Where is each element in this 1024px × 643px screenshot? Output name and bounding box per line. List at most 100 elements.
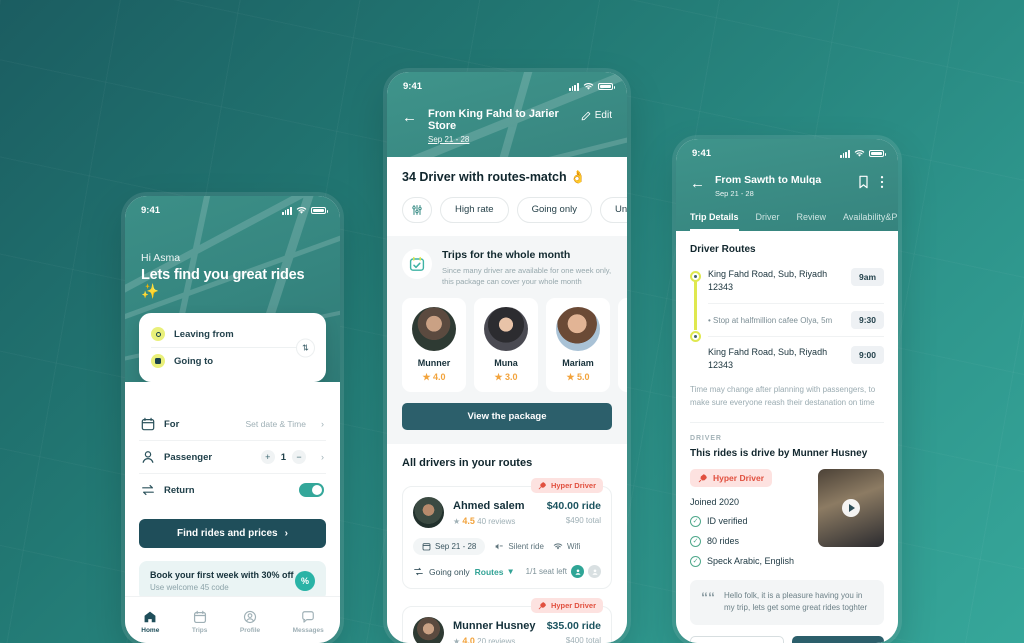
package-promo-section: Trips for the whole month Since many dri…	[387, 236, 627, 444]
driver-card[interactable]: Mariam ★ 5.0	[546, 298, 610, 392]
send-message-button[interactable]: Send message	[792, 635, 884, 643]
route-point-address: King Fahd Road, Sub, Riyadh 12343	[708, 269, 828, 293]
passenger-stepper[interactable]: + 1 −	[260, 450, 306, 464]
filter-chip-high-rate[interactable]: High rate	[440, 197, 509, 223]
hyper-driver-badge: Hyper Driver	[690, 468, 773, 487]
avatar	[556, 307, 600, 351]
driver-card[interactable]: Munner ★ 4.0	[402, 298, 466, 392]
option-row-return[interactable]: Return	[139, 474, 326, 506]
promo-banner[interactable]: Book your first week with 30% off Use we…	[139, 561, 326, 601]
tab-home[interactable]: Home	[141, 610, 159, 634]
decrement-button[interactable]: −	[292, 450, 306, 464]
more-about-driver-button[interactable]: More about Munner	[690, 635, 784, 643]
driver-rating: ★ 4.0	[422, 372, 446, 382]
avatar	[412, 307, 456, 351]
filter-chip-row: High rate Going only Under $10	[402, 197, 627, 236]
tab-availability-price[interactable]: Availability&Pri	[843, 212, 898, 231]
chevron-right-icon: ›	[321, 419, 324, 429]
back-arrow-icon[interactable]: ←	[690, 176, 705, 191]
driver-fact-rides: ✓ 80 rides	[690, 535, 807, 547]
phone2-header: 9:41 ← From King Fahd to Jarier Store Se…	[387, 72, 627, 157]
driver-card[interactable]: Muna ★ 3.0	[474, 298, 538, 392]
tab-trips[interactable]: Trips	[192, 610, 207, 634]
leaving-from-field[interactable]: Leaving from	[151, 322, 314, 346]
driver-quote: ““ Hello folk, it is a pleasure having y…	[690, 579, 884, 625]
person-icon	[142, 451, 154, 463]
phone1-body: For Set date & Time › Passenger + 1 − › …	[125, 382, 340, 601]
ride-direction[interactable]: Going only Routes ▾	[413, 566, 513, 577]
filter-chip-under-10[interactable]: Under $10	[599, 197, 627, 223]
play-icon[interactable]	[842, 498, 860, 517]
trip-dates[interactable]: Sep 21 - 28	[428, 135, 570, 144]
package-driver-list: Munner ★ 4.0 Muna ★ 3.0 Mariam ★ 5.0	[402, 298, 627, 392]
filter-chip-going-only[interactable]: Going only	[516, 197, 592, 223]
rocket-icon	[698, 474, 707, 483]
routes-link[interactable]: Routes	[475, 567, 504, 577]
driver-fact-id-verified: ✓ ID verified	[690, 515, 807, 527]
phone-home-screen: 9:41 Hi Asma Lets find you great rides ✨…	[125, 196, 340, 643]
ride-price: $40.00 ride	[546, 500, 601, 512]
check-icon: ✓	[690, 535, 701, 547]
package-calendar-icon	[402, 249, 432, 279]
tab-label-messages: Messages	[292, 627, 324, 634]
bookmark-icon[interactable]	[858, 175, 869, 189]
ride-card[interactable]: Hyper Driver Munner Husney ★ 4.0 20 revi…	[402, 598, 612, 643]
tab-review[interactable]: Review	[797, 212, 827, 231]
swap-locations-button[interactable]: ⇅	[296, 338, 315, 357]
option-row-passenger[interactable]: Passenger + 1 − ›	[139, 441, 326, 473]
driver-fact-languages: ✓ Speck Arabic, English	[690, 555, 807, 567]
find-rides-button[interactable]: Find rides and prices ›	[139, 519, 326, 548]
ride-date-pill: Sep 21 - 28	[413, 538, 486, 555]
bottom-tab-bar: Home Trips Profile Messages	[125, 596, 340, 643]
hyper-badge-label: Hyper Driver	[550, 601, 596, 610]
trip-title: From King Fahd to Jarier Store	[428, 108, 559, 132]
tab-driver[interactable]: Driver	[756, 212, 780, 231]
ride-driver-name: Munner Husney	[453, 619, 536, 632]
tab-trip-details[interactable]: Trip Details	[690, 212, 739, 231]
edit-button[interactable]: Edit	[581, 110, 612, 121]
leaving-from-label: Leaving from	[174, 328, 234, 340]
check-icon: ✓	[690, 555, 701, 567]
more-vertical-icon[interactable]	[880, 175, 884, 189]
driver-video-thumbnail[interactable]	[818, 468, 884, 547]
avatar	[413, 617, 444, 643]
route-point-time: 9am	[850, 268, 884, 286]
hyper-driver-badge: Hyper Driver	[530, 478, 603, 493]
location-card: Leaving from Going to ⇅	[139, 313, 326, 382]
wifi-icon	[296, 207, 307, 214]
driver-fact-joined: Joined 2020	[690, 496, 740, 507]
tab-profile[interactable]: Profile	[240, 610, 260, 634]
route-point-time: 9:00	[850, 346, 884, 365]
ride-card[interactable]: Hyper Driver Ahmed salem ★ 4.5 40 review…	[402, 478, 612, 589]
greeting-block: Hi Asma Lets find you great rides ✨	[125, 218, 340, 300]
driver-name: Munner	[417, 358, 451, 368]
route-note: Time may change after planning with pass…	[690, 385, 876, 407]
back-arrow-icon[interactable]: ←	[402, 110, 417, 125]
results-heading-section: 34 Driver with routes-match 👌 High rate …	[387, 157, 627, 236]
tab-label-profile: Profile	[239, 627, 261, 634]
edit-label: Edit	[594, 110, 612, 121]
seat-filled-icon	[571, 565, 584, 578]
status-bar: 9:41	[676, 139, 898, 161]
phone2-navbar: ← From King Fahd to Jarier Store Sep 21 …	[387, 94, 627, 144]
option-row-for[interactable]: For Set date & Time ›	[139, 408, 326, 440]
filters-button[interactable]	[402, 197, 432, 223]
battery-icon	[311, 206, 328, 215]
chat-icon	[302, 611, 314, 623]
avatar	[484, 307, 528, 351]
filters-icon	[412, 204, 422, 216]
calendar-icon	[422, 543, 431, 551]
view-package-button[interactable]: View the package	[402, 403, 612, 430]
return-toggle[interactable]	[299, 483, 324, 497]
status-bar: 9:41	[125, 196, 340, 218]
tab-messages[interactable]: Messages	[293, 610, 324, 634]
package-title: Trips for the whole month	[442, 249, 571, 261]
rocket-icon	[538, 482, 546, 490]
going-to-field[interactable]: Going to	[151, 349, 314, 373]
driver-card-partial[interactable]	[618, 298, 627, 392]
going-to-label: Going to	[174, 355, 214, 367]
profile-icon	[243, 610, 257, 624]
wifi-icon	[854, 150, 865, 157]
avatar	[413, 497, 444, 528]
increment-button[interactable]: +	[260, 450, 275, 464]
